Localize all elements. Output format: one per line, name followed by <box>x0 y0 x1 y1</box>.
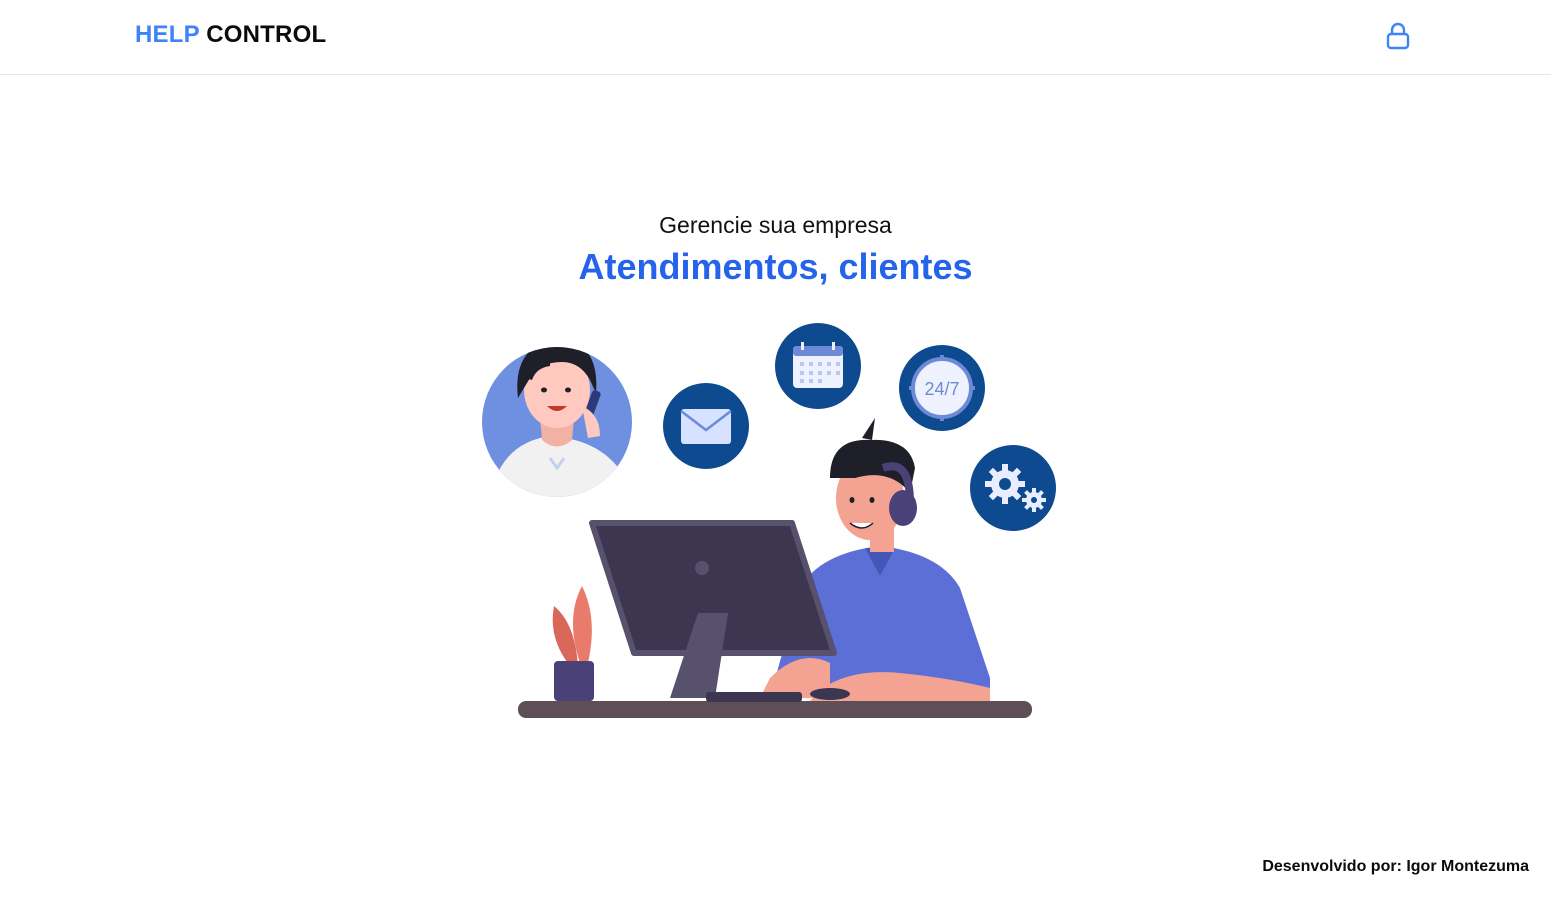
brand-logo[interactable]: HELP CONTROL <box>135 21 326 49</box>
gears-icon <box>970 445 1056 531</box>
calendar-icon <box>775 323 861 409</box>
top-navbar: HELP CONTROL <box>0 0 1551 75</box>
footer-credit: Desenvolvido por: Igor Montezuma <box>1262 858 1529 875</box>
lock-icon <box>1386 22 1410 50</box>
plant <box>552 586 594 701</box>
login-button[interactable] <box>1384 22 1412 50</box>
brand-accent-text: HELP <box>135 21 200 48</box>
hero-title: Atendimentos, clientes <box>578 246 973 287</box>
desk <box>518 701 1032 718</box>
support-illustration: 24/7 <box>482 323 1056 718</box>
envelope-icon <box>663 383 749 469</box>
hero-subtitle: Gerencie sua empresa <box>659 212 892 238</box>
brand-main-text: CONTROL <box>206 21 327 48</box>
clock-24-7-icon: 24/7 <box>899 345 985 431</box>
clock-label: 24/7 <box>924 379 959 399</box>
woman-on-phone-icon <box>482 347 632 497</box>
hero-section: Gerencie sua empresa Atendimentos, clien… <box>0 208 1551 292</box>
